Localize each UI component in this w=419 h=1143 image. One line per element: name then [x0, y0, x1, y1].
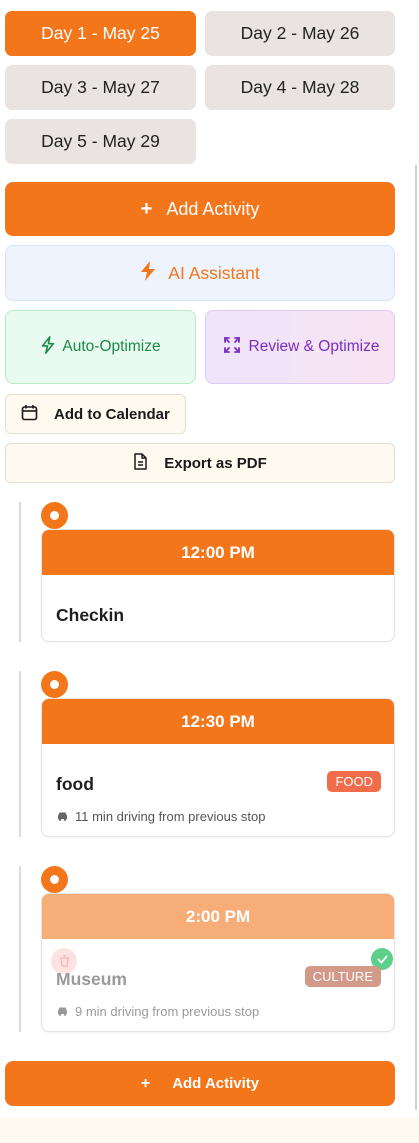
- auto-optimize-button[interactable]: Auto-Optimize: [5, 310, 196, 384]
- activity-time: 12:00 PM: [42, 530, 394, 575]
- export-pdf-button[interactable]: Export as PDF: [5, 443, 395, 483]
- tab-day-4[interactable]: Day 4 - May 28: [205, 65, 395, 110]
- timeline-marker: [41, 866, 68, 893]
- timeline-line: [19, 502, 21, 642]
- tab-day-5[interactable]: Day 5 - May 29: [5, 119, 196, 164]
- calendar-icon: [21, 404, 38, 425]
- add-activity-button[interactable]: + Add Activity: [5, 182, 395, 236]
- activity-card[interactable]: 12:30 PM food FOOD 11 min driving from p…: [41, 698, 395, 837]
- drive-info: 11 min driving from previous stop: [56, 809, 266, 824]
- activity-time: 2:00 PM: [42, 894, 394, 939]
- export-pdf-label: Export as PDF: [164, 454, 267, 472]
- tab-day-1[interactable]: Day 1 - May 25: [5, 11, 196, 56]
- document-icon: [133, 452, 148, 474]
- plus-icon: +: [140, 1074, 151, 1092]
- category-badge: CULTURE: [304, 966, 381, 987]
- expand-icon: [224, 336, 240, 358]
- tab-day-3[interactable]: Day 3 - May 27: [5, 65, 196, 110]
- timeline-line: [19, 671, 21, 837]
- add-activity-label: Add Activity: [166, 198, 260, 219]
- activity-title: Museum: [56, 969, 127, 989]
- timeline-marker: [41, 502, 68, 529]
- scrollbar[interactable]: [415, 165, 417, 1110]
- activity-title: food: [56, 774, 94, 794]
- tab-day-2[interactable]: Day 2 - May 26: [205, 11, 395, 56]
- lightning-icon: [40, 335, 56, 359]
- ai-assistant-label: AI Assistant: [168, 262, 260, 283]
- add-activity-label: Add Activity: [172, 1075, 260, 1092]
- add-to-calendar-label: Add to Calendar: [54, 405, 170, 423]
- drive-text: 11 min driving from previous stop: [75, 809, 266, 824]
- timeline-line: [19, 866, 21, 1032]
- lightning-icon: [140, 260, 156, 286]
- car-icon: [56, 809, 69, 824]
- activity-time: 12:30 PM: [42, 699, 394, 744]
- drive-text: 9 min driving from previous stop: [75, 1004, 260, 1019]
- review-optimize-button[interactable]: Review & Optimize: [205, 310, 395, 384]
- drive-info: 9 min driving from previous stop: [56, 1004, 259, 1019]
- activity-title: Checkin: [56, 605, 125, 625]
- review-optimize-label: Review & Optimize: [248, 338, 380, 355]
- activity-card[interactable]: 2:00 PM Museum CULTURE 9 min driving fro…: [41, 893, 395, 1032]
- ai-assistant-button[interactable]: AI Assistant: [5, 245, 395, 301]
- car-icon: [56, 1004, 69, 1019]
- page-footer-area: [0, 1117, 419, 1143]
- auto-optimize-label: Auto-Optimize: [62, 338, 161, 355]
- timeline-marker: [41, 671, 68, 698]
- activity-card[interactable]: 12:00 PM Checkin: [41, 529, 395, 642]
- add-to-calendar-button[interactable]: Add to Calendar: [5, 394, 186, 434]
- category-badge: FOOD: [327, 771, 381, 792]
- plus-icon: +: [140, 197, 153, 220]
- add-activity-bottom-button[interactable]: + Add Activity: [5, 1061, 395, 1106]
